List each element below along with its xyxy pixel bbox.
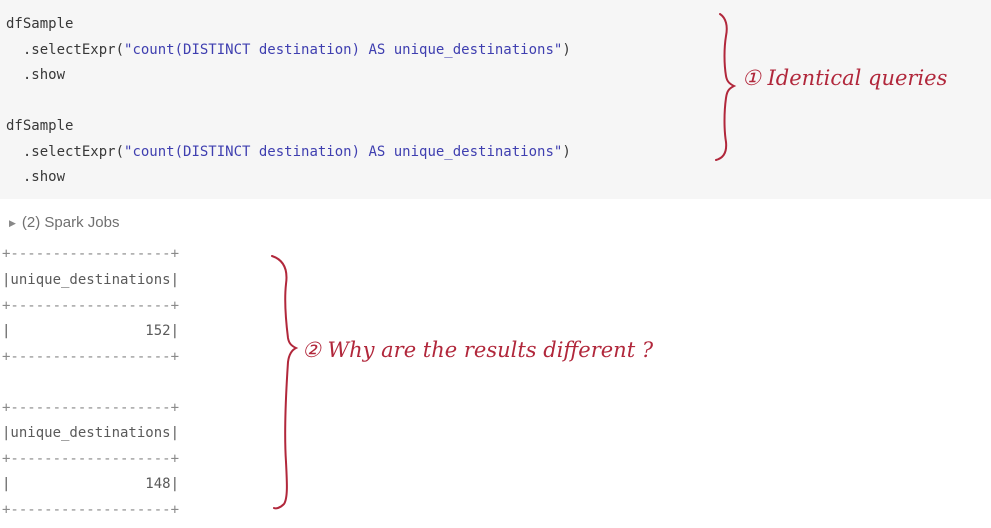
annotation-identical-queries: ① Identical queries <box>742 66 948 90</box>
string-literal: "count(DISTINCT destination) AS unique_d… <box>124 144 563 160</box>
column-header: |unique_destinations| <box>2 272 180 288</box>
notebook-page: dfSample .selectExpr("count(DISTINCT des… <box>0 0 991 528</box>
table-border: +-------------------+ <box>2 298 180 314</box>
table-header: |unique_destinations| <box>2 424 179 442</box>
code-text: ) <box>562 42 571 58</box>
annotation-results-different: ② Why are the results different ? <box>302 338 654 362</box>
code-line-7: .show <box>6 168 65 186</box>
column-header: |unique_destinations| <box>2 425 180 441</box>
table-row: | 152| <box>2 322 179 340</box>
code-text: dfSample <box>6 16 74 32</box>
code-text: dfSample <box>6 118 74 134</box>
brace-icon <box>715 13 737 161</box>
code-text: .selectExpr( <box>6 42 125 58</box>
table-cell: | 148| <box>2 476 180 492</box>
table-border: +-------------------+ <box>2 349 180 365</box>
table-cell: | 152| <box>2 323 180 339</box>
code-cell[interactable]: dfSample .selectExpr("count(DISTINCT des… <box>0 0 991 199</box>
string-literal: "count(DISTINCT destination) AS unique_d… <box>124 42 563 58</box>
code-line-3: .show <box>6 66 65 84</box>
code-line-2: .selectExpr("count(DISTINCT destination)… <box>6 41 571 59</box>
code-line-5: dfSample <box>6 117 73 135</box>
code-line-6: .selectExpr("count(DISTINCT destination)… <box>6 143 571 161</box>
triangle-right-icon: ▶ <box>9 218 16 228</box>
table-header: |unique_destinations| <box>2 271 179 289</box>
spark-jobs-toggle[interactable]: ▶ (2) Spark Jobs <box>9 214 119 231</box>
table-row: | 148| <box>2 475 179 493</box>
code-text: .selectExpr( <box>6 144 125 160</box>
code-text: ) <box>562 144 571 160</box>
spark-jobs-label: (2) Spark Jobs <box>21 214 120 231</box>
table-border: +-------------------+ <box>2 451 180 467</box>
table-border: +-------------------+ <box>2 246 180 262</box>
code-text: .show <box>6 67 66 83</box>
table-border: +-------------------+ <box>2 502 180 518</box>
code-line-1: dfSample <box>6 15 73 33</box>
table-border: +-------------------+ <box>2 400 180 416</box>
code-text: .show <box>6 169 66 185</box>
brace-icon <box>271 255 299 510</box>
